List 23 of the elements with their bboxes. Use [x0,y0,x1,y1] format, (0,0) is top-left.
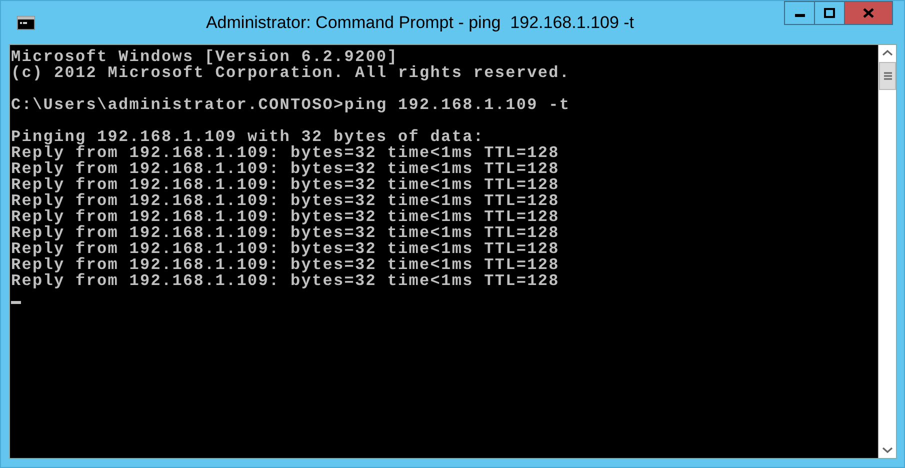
scrollbar[interactable] [878,45,896,458]
console-icon [17,16,35,30]
console-line: Reply from 192.168.1.109: bytes=32 time<1ms TTL=128 [11,273,560,289]
console-line: C:\Users\administrator.CONTOSO>ping 192.168.1.109 -t [11,97,570,113]
console-line: Pinging 192.168.1.109 with 32 bytes of data: [11,129,484,145]
window-title: Administrator: Command Prompt - ping 192.168.1.109 -t [204,12,636,32]
maximize-icon [824,8,835,18]
console-line: Reply from 192.168.1.109: bytes=32 time<1ms TTL=128 [11,161,560,177]
close-icon [863,8,874,18]
scroll-thumb[interactable] [879,62,896,90]
console-line: Reply from 192.168.1.109: bytes=32 time<1ms TTL=128 [11,177,560,193]
console-line: Reply from 192.168.1.109: bytes=32 time<1ms TTL=128 [11,241,560,257]
console-line: Reply from 192.168.1.109: bytes=32 time<1ms TTL=128 [11,193,560,209]
console-line: Reply from 192.168.1.109: bytes=32 time<1ms TTL=128 [11,225,560,241]
close-button[interactable] [844,1,893,25]
text-cursor [11,301,21,304]
console-line: (c) 2012 Microsoft Corporation. All rights reserved. [11,65,570,81]
grip-icon [884,72,892,80]
console-line: Reply from 192.168.1.109: bytes=32 time<1ms TTL=128 [11,145,560,161]
console-line: Reply from 192.168.1.109: bytes=32 time<1ms TTL=128 [11,209,560,225]
minimize-button[interactable] [784,1,815,25]
console-line: Microsoft Windows [Version 6.2.9200] [11,49,398,65]
console-line: Reply from 192.168.1.109: bytes=32 time<1ms TTL=128 [11,257,560,273]
